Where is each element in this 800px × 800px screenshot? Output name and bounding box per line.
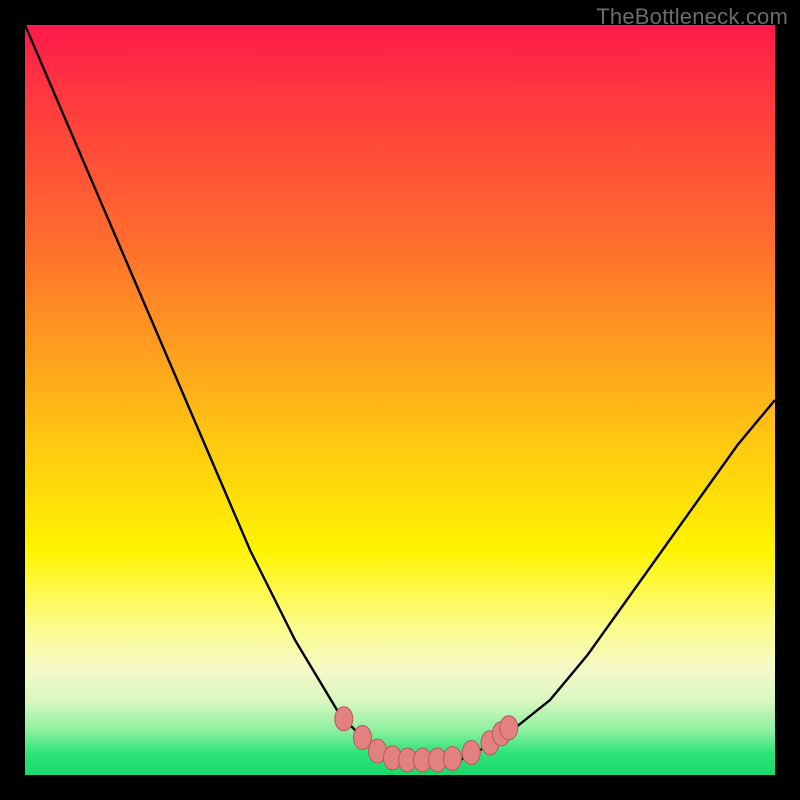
curve-layer bbox=[25, 25, 775, 775]
bottleneck-curve bbox=[25, 25, 775, 760]
watermark-text: TheBottleneck.com bbox=[596, 4, 788, 30]
curve-marker bbox=[444, 747, 462, 771]
marker-group bbox=[335, 707, 518, 772]
curve-marker bbox=[335, 707, 353, 731]
curve-marker bbox=[500, 716, 518, 740]
chart-frame: TheBottleneck.com bbox=[0, 0, 800, 800]
plot-area bbox=[25, 25, 775, 775]
curve-marker bbox=[462, 741, 480, 765]
